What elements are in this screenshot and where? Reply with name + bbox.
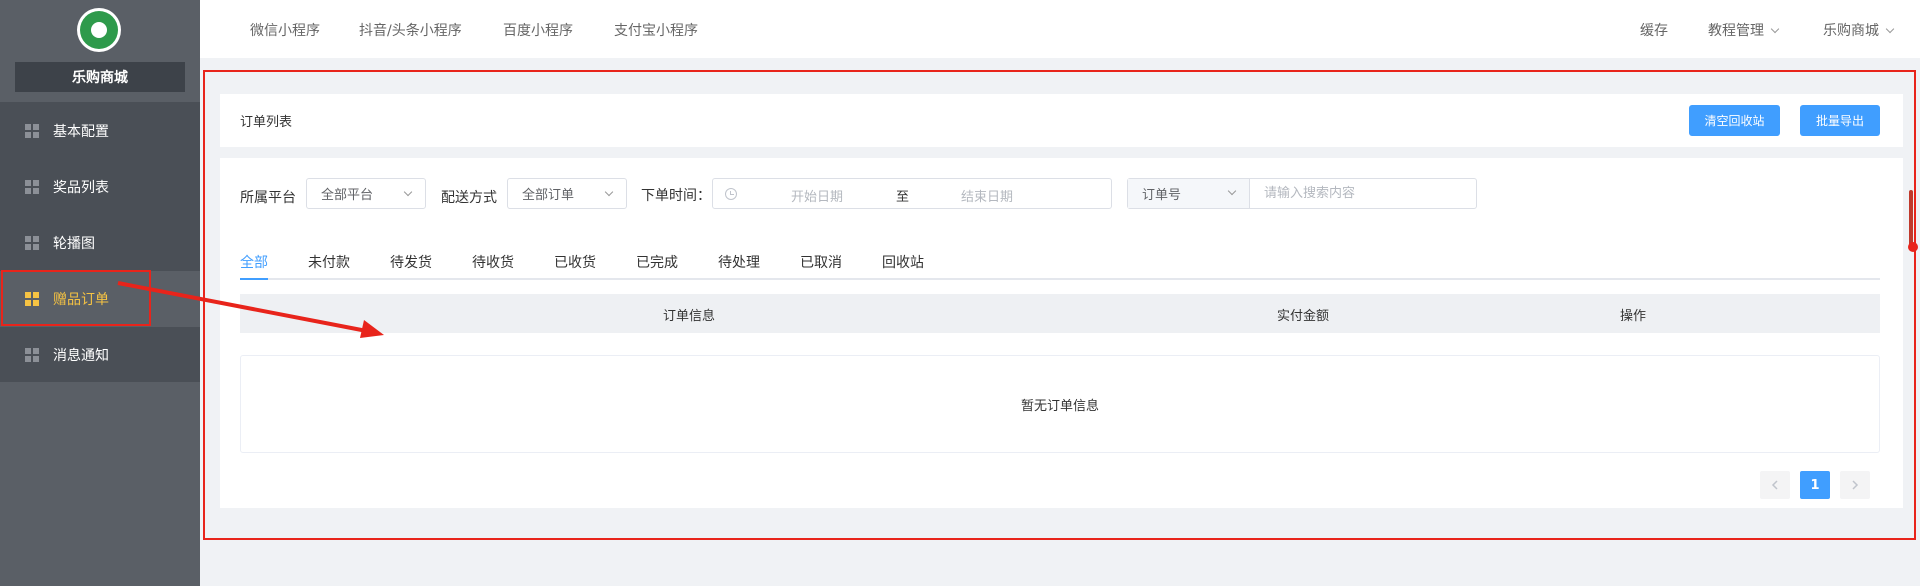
nav-tutorial-menu[interactable]: 教程管理 [1708,20,1780,40]
nav-shop-menu[interactable]: 乐购商城 [1823,20,1895,40]
nav-douyin-miniprogram[interactable]: 抖音/头条小程序 [359,20,462,40]
grid-icon [25,180,39,194]
shop-name: 乐购商城 [15,62,185,92]
nav-alipay-miniprogram[interactable]: 支付宝小程序 [614,20,698,40]
grid-icon [25,124,39,138]
sidebar-item-basic-config[interactable]: 基本配置 [0,103,200,159]
logo-emblem-icon [80,11,118,49]
nav-wechat-miniprogram[interactable]: 微信小程序 [250,20,320,40]
nav-shop-label: 乐购商城 [1823,23,1879,39]
annotation-dot [1908,242,1918,252]
sidebar-item-carousel[interactable]: 轮播图 [0,215,200,271]
chevron-down-icon [1770,24,1780,34]
sidebar-item-label: 消息通知 [53,348,109,364]
chevron-down-icon [1885,24,1895,34]
sidebar-item-label: 轮播图 [53,236,95,252]
nav-tutorial-label: 教程管理 [1708,23,1764,39]
grid-icon [25,236,39,250]
annotation-highlight-panel [203,70,1916,540]
nav-cache[interactable]: 缓存 [1640,20,1668,40]
sidebar-item-notifications[interactable]: 消息通知 [0,327,200,383]
sidebar-item-label: 奖品列表 [53,180,109,196]
sidebar-item-prize-list[interactable]: 奖品列表 [0,159,200,215]
annotation-highlight-sidebar-item [1,270,151,326]
shop-logo [77,8,121,52]
scrollbar-thumb[interactable] [1909,190,1913,250]
top-nav: 微信小程序 抖音/头条小程序 百度小程序 支付宝小程序 缓存 教程管理 乐购商城 [200,0,1920,58]
nav-baidu-miniprogram[interactable]: 百度小程序 [503,20,573,40]
grid-icon [25,348,39,362]
sidebar-item-label: 基本配置 [53,124,109,140]
